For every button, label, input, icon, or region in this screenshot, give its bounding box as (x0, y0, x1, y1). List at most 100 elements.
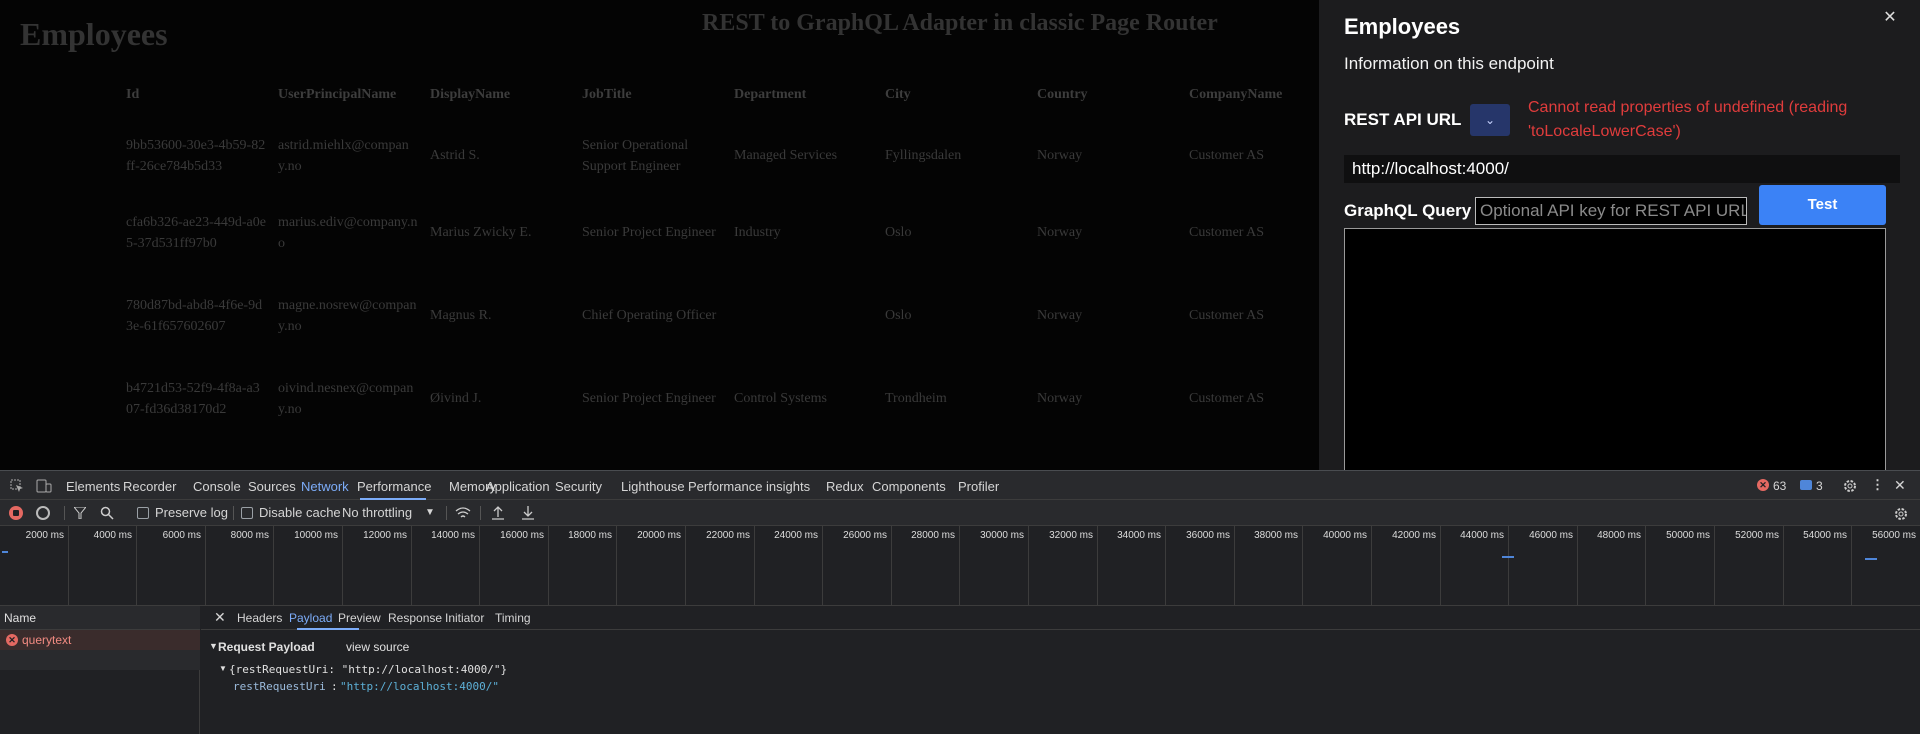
tab-lighthouse[interactable]: Lighthouse (621, 479, 685, 494)
clear-icon[interactable] (36, 506, 50, 520)
tab-components[interactable]: Components (872, 479, 946, 494)
timeline-tick-label: 50000 ms (1666, 530, 1710, 541)
timeline-tick-label: 26000 ms (843, 530, 887, 541)
more-options-icon[interactable]: ⋮ (1871, 477, 1884, 493)
settings-gear-icon[interactable] (1842, 478, 1858, 494)
table-cell: Norway (1037, 148, 1083, 163)
rest-url-dropdown-button[interactable]: ⌄ (1470, 104, 1510, 136)
network-settings-gear-icon[interactable] (1893, 506, 1909, 522)
timeline-gridline (68, 526, 69, 606)
payload-header-row: ▼ Request Payload view source (209, 640, 609, 658)
timeline-tick-label: 36000 ms (1186, 530, 1230, 541)
timeline-gridline (754, 526, 755, 606)
timeline-tick-label: 2000 ms (25, 530, 64, 541)
table-cell: Astrid S. (430, 148, 480, 163)
error-count-icon[interactable]: ✕ (1757, 479, 1769, 491)
table-cell: Control Systems (734, 391, 827, 406)
table-cell: Customer AS (1189, 225, 1265, 240)
detail-tab-headers[interactable]: Headers (237, 611, 282, 625)
search-icon[interactable] (100, 506, 114, 520)
table-cell: Customer AS (1189, 308, 1265, 323)
api-key-input[interactable] (1475, 197, 1747, 225)
timeline-gridline (136, 526, 137, 606)
detail-tab-timing[interactable]: Timing (495, 611, 531, 625)
detail-tab-preview[interactable]: Preview (338, 611, 381, 625)
tab-performance-insights[interactable]: Performance insights (688, 479, 810, 494)
device-toolbar-icon[interactable] (36, 479, 52, 493)
tab-profiler[interactable]: Profiler (958, 479, 999, 494)
timeline-tick-label: 8000 ms (230, 530, 269, 541)
import-har-icon[interactable] (491, 505, 505, 520)
payload-property-row[interactable]: restRequestUri : "http://localhost:4000/… (209, 680, 609, 698)
column-header: UserPrincipalName (278, 87, 397, 102)
tab-sources[interactable]: Sources (248, 479, 296, 494)
name-column-header[interactable]: Name (0, 606, 200, 630)
detail-tab-response[interactable]: Response (388, 611, 442, 625)
table-cell: Oslo (885, 225, 912, 240)
tab-recorder[interactable]: Recorder (123, 479, 176, 494)
table-row: 780d87bd-abd8-4f6e-9d3e-61f657602607 magn… (120, 274, 1315, 357)
table-cell: Customer AS (1189, 148, 1265, 163)
table-cell: 9bb53600-30e3-4b59-82ff-26ce784b5d33 (126, 137, 266, 174)
payload-summary-row[interactable]: ▼ {restRequestUri: "http://localhost:400… (209, 662, 609, 680)
message-count-icon[interactable] (1800, 480, 1812, 490)
preserve-log-checkbox[interactable] (137, 507, 149, 519)
payload-summary: {restRequestUri: "http://localhost:4000/… (229, 663, 508, 676)
column-header: Country (1037, 87, 1088, 102)
tab-security[interactable]: Security (555, 479, 602, 494)
network-conditions-icon[interactable] (455, 506, 471, 520)
table-body: 9bb53600-30e3-4b59-82ff-26ce784b5d33 astr… (120, 108, 1315, 440)
table-cell: Customer AS (1189, 391, 1265, 406)
error-count[interactable]: 63 (1773, 479, 1786, 493)
record-icon[interactable] (9, 506, 23, 520)
tab-network[interactable]: Network (301, 479, 349, 494)
throttling-dropdown-icon[interactable]: ▼ (425, 507, 435, 518)
export-har-icon[interactable] (521, 505, 535, 520)
endpoint-panel: Employees ✕ Information on this endpoint… (1319, 0, 1920, 478)
tab-elements[interactable]: Elements (66, 479, 120, 494)
tab-redux[interactable]: Redux (826, 479, 864, 494)
timeline-gridline (822, 526, 823, 606)
disable-cache-checkbox[interactable] (241, 507, 253, 519)
detail-tab-initiator[interactable]: Initiator (445, 611, 484, 625)
request-row-querytext[interactable]: ✕ querytext (0, 630, 200, 650)
tab-console[interactable]: Console (193, 479, 241, 494)
table-cell: Oslo (885, 308, 912, 323)
page-heading: Employees (20, 16, 168, 52)
filter-icon[interactable] (74, 507, 86, 519)
timeline-tick-label: 6000 ms (162, 530, 201, 541)
close-icon[interactable]: ✕ (1880, 8, 1900, 28)
payload-section-title[interactable]: Request Payload (218, 640, 315, 654)
timeline-gridline (342, 526, 343, 606)
timeline-tick-label: 12000 ms (363, 530, 407, 541)
collapse-triangle-icon[interactable]: ▼ (209, 641, 218, 651)
close-detail-icon[interactable]: ✕ (214, 609, 226, 626)
rest-api-url-field[interactable]: http://localhost:4000/ (1344, 155, 1900, 183)
timeline-tick-label: 32000 ms (1049, 530, 1093, 541)
timeline-tick-label: 24000 ms (774, 530, 818, 541)
timeline-tick-label: 18000 ms (568, 530, 612, 541)
graphql-query-textarea[interactable] (1344, 228, 1886, 478)
payload-key: restRequestUri (233, 680, 326, 693)
table-cell: Magnus R. (430, 308, 492, 323)
table-cell: Senior Operational Support Engineer (582, 137, 689, 174)
timeline-tick-label: 48000 ms (1597, 530, 1641, 541)
chevron-down-icon: ⌄ (1484, 113, 1496, 127)
inspect-element-icon[interactable] (10, 479, 24, 493)
detail-tab-payload[interactable]: Payload (289, 611, 332, 625)
request-detail-panel: ✕ Headers Payload Preview Response Initiator… (201, 606, 1920, 734)
table-cell: Senior Project Engineer (582, 225, 716, 240)
message-count[interactable]: 3 (1816, 479, 1823, 493)
tab-performance[interactable]: Performance (357, 479, 431, 494)
timeline-tick-label: 14000 ms (431, 530, 475, 541)
tab-application[interactable]: Application (486, 479, 550, 494)
close-devtools-icon[interactable]: ✕ (1894, 477, 1906, 494)
timeline-gridline (479, 526, 480, 606)
panel-title: Employees (1344, 14, 1461, 39)
view-source-link[interactable]: view source (346, 640, 409, 654)
throttling-select[interactable]: No throttling (342, 505, 412, 520)
expand-triangle-icon[interactable]: ▼ (219, 664, 227, 673)
test-button[interactable]: Test (1759, 185, 1886, 225)
network-overview-timeline[interactable]: 2000 ms 4000 ms 6000 ms 8000 ms 10000 ms 1200… (0, 526, 1920, 606)
graphql-query-label: GraphQL Query (1344, 201, 1472, 220)
